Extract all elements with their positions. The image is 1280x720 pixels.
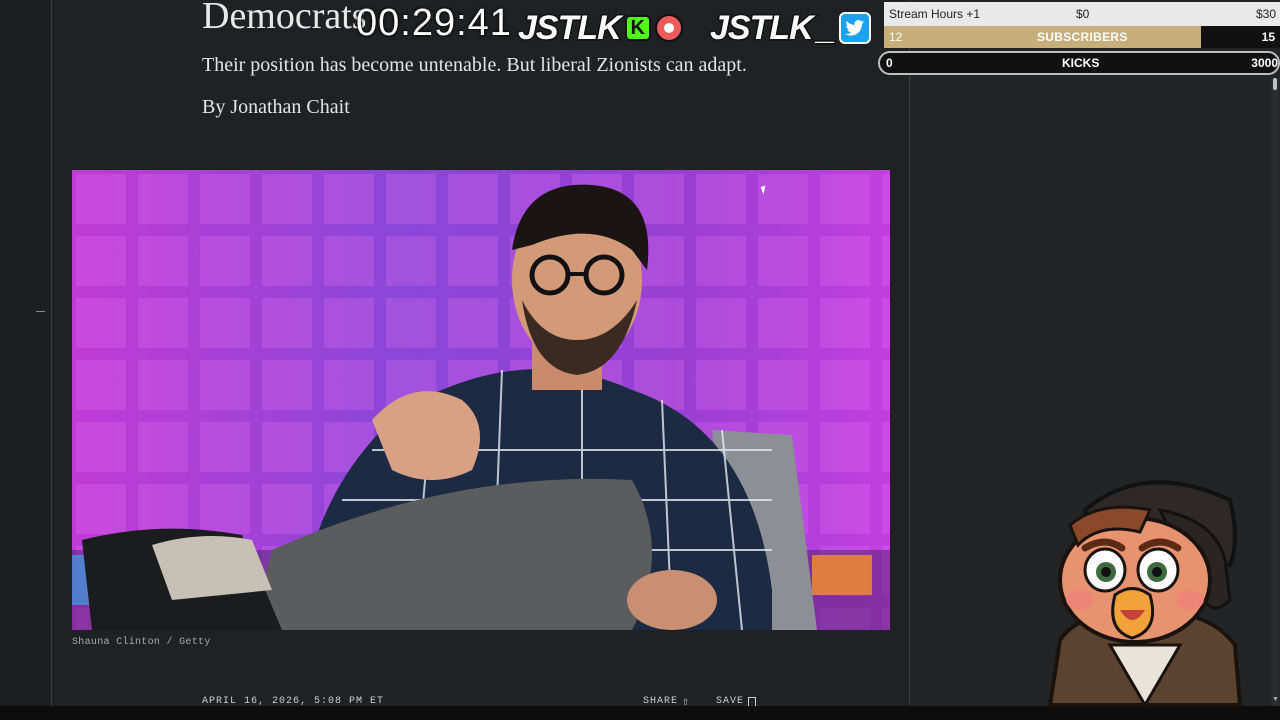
article-pane: Democrats Their position has become unte… — [52, 0, 910, 706]
share-upload-icon: ⇧ — [682, 694, 691, 707]
goal-kicks: 0 KICKS 3000 — [878, 51, 1280, 75]
save-button[interactable]: SAVE — [716, 696, 757, 706]
photo-credit: Shauna Clinton / Getty — [72, 637, 211, 648]
scroll-down-arrow-icon[interactable]: ▼ — [1272, 696, 1279, 703]
sidebar-toggle[interactable] — [36, 311, 45, 312]
left-sidebar — [0, 0, 52, 706]
goal-stream-hours: Stream Hours +1 $0 $30 — [884, 2, 1280, 26]
subscribers-current: 12 — [889, 30, 903, 44]
brand-suffix: _ — [815, 7, 837, 48]
goal-current: $0 — [1076, 7, 1090, 21]
kicks-label: KICKS — [1062, 56, 1100, 70]
article-dateline: APRIL 16, 2026, 5:08 PM ET — [202, 696, 385, 706]
subscribers-label: SUBSCRIBERS — [1037, 30, 1128, 44]
owl-mascot-avatar — [1040, 470, 1250, 710]
subscribers-target: 15 — [1261, 30, 1275, 44]
twitter-bird-icon — [838, 12, 871, 44]
goal-label: Stream Hours +1 — [889, 7, 981, 21]
brand-logo-twitter: JSTLK _ — [709, 7, 871, 48]
bookmark-icon — [748, 696, 757, 706]
brand-wordmark: JSTLK — [517, 7, 624, 48]
brand-logo-kick: JSTLK K — [517, 7, 683, 48]
screen: Democrats Their position has become unte… — [0, 0, 1280, 720]
goal-subscribers: 12 SUBSCRIBERS 15 — [884, 26, 1280, 48]
article-photo — [72, 170, 890, 630]
kick-icon: K — [624, 15, 651, 41]
article-dek: Their position has become untenable. But… — [202, 54, 747, 76]
brand-wordmark-twitter: JSTLK — [709, 7, 816, 48]
scrollbar-thumb[interactable] — [1273, 78, 1277, 90]
share-label: SHARE — [643, 696, 679, 706]
record-icon — [654, 14, 683, 42]
photo-illustration — [72, 170, 890, 630]
kicks-target: 3000 — [1251, 56, 1278, 70]
scrollbar[interactable] — [1271, 78, 1279, 706]
goal-target: $30 — [1255, 7, 1276, 21]
stream-timer: 00:29:41 — [356, 2, 512, 44]
share-button[interactable]: SHARE ⇧ — [643, 694, 691, 707]
article-headline: Democrats — [202, 0, 367, 37]
article-byline: By Jonathan Chait — [202, 96, 350, 118]
save-label: SAVE — [716, 696, 745, 706]
kicks-current: 0 — [886, 56, 893, 70]
